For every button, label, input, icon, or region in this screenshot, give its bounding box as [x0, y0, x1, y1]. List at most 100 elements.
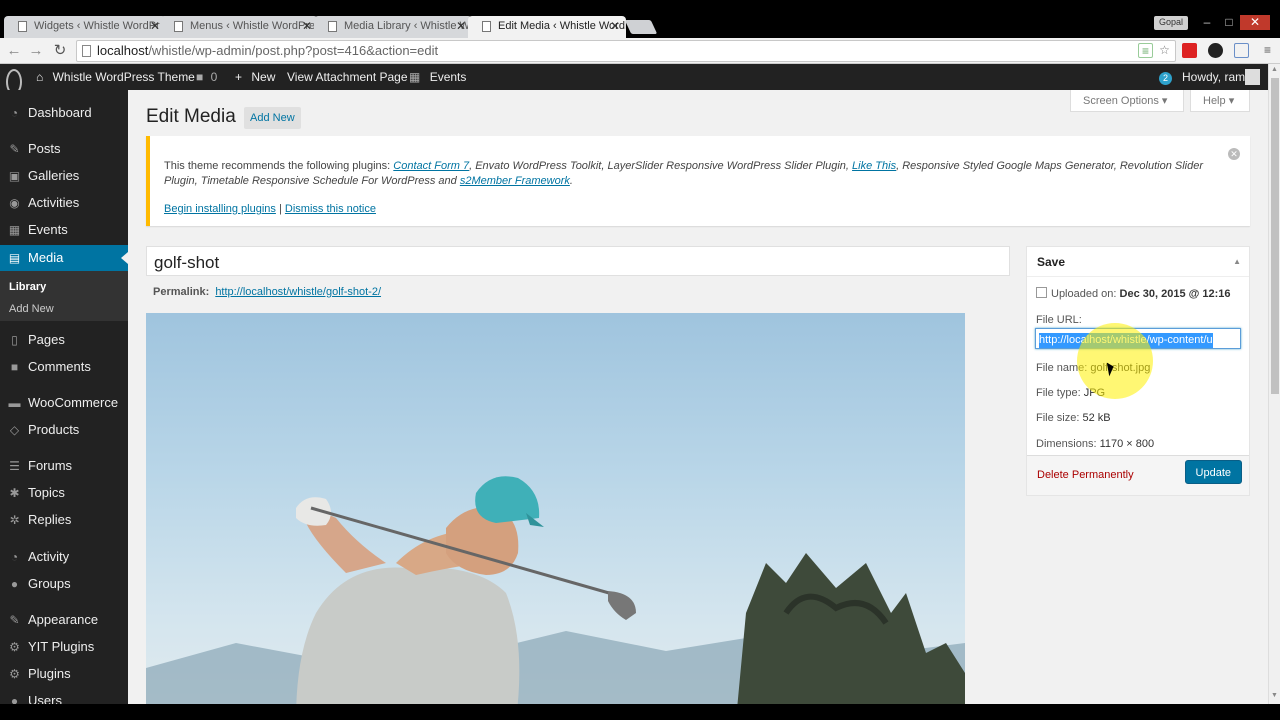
howdy-user[interactable]: Howdy, ram: [1182, 64, 1245, 90]
sidebar-item-activity[interactable]: ◔ Activity: [0, 544, 128, 570]
plugin-link[interactable]: Contact Form 7: [393, 160, 469, 172]
extension-icon[interactable]: [1208, 43, 1223, 58]
forward-icon[interactable]: →: [27, 42, 45, 60]
new-content-link[interactable]: + New: [235, 64, 275, 90]
delete-permanently-link[interactable]: Delete Permanently: [1037, 469, 1134, 481]
plugin-notice: This theme recommends the following plug…: [146, 136, 1250, 226]
sidebar-item-dashboard[interactable]: ◔ Dashboard: [0, 100, 128, 126]
sidebar-item-woocommerce[interactable]: ▬ WooCommerce: [0, 390, 128, 416]
media-submenu: Library Add New: [0, 271, 128, 321]
sidebar-item-products[interactable]: ◇ Products: [0, 417, 128, 443]
help-label: Help: [1203, 95, 1226, 107]
comments-link[interactable]: ■ 0: [196, 64, 217, 90]
page-title: Edit Media: [146, 106, 236, 127]
sidebar-item-label: Dashboard: [28, 105, 92, 120]
close-icon[interactable]: ✕: [610, 19, 620, 33]
events-link[interactable]: ▦ Events: [409, 64, 466, 90]
sidebar-item-media[interactable]: ▤ Media: [0, 245, 128, 271]
gallery-icon: ▣: [8, 169, 21, 183]
sidebar-item-plugins[interactable]: ⚙ Plugins: [0, 661, 128, 687]
file-size: File size: 52 kB: [1036, 412, 1111, 424]
maximize-icon[interactable]: □: [1218, 15, 1240, 30]
sidebar-item-yit-plugins[interactable]: ⚙ YIT Plugins: [0, 634, 128, 660]
browser-tab-active[interactable]: Edit Media ‹ Whistle WordPress Theme ✕: [468, 16, 626, 38]
page-scrollbar[interactable]: ▲ ▼: [1268, 64, 1280, 704]
caret-up-icon[interactable]: ▲: [1233, 257, 1241, 266]
sidebar-item-replies[interactable]: ✲ Replies: [0, 507, 128, 533]
comment-icon: ■: [10, 360, 19, 374]
media-preview-image: [146, 313, 965, 720]
sidebar-item-posts[interactable]: ✎ Posts: [0, 136, 128, 162]
extension-icon[interactable]: [1234, 43, 1249, 58]
sidebar-item-topics[interactable]: ✱ Topics: [0, 480, 128, 506]
activity-icon: ◔: [10, 550, 19, 564]
activity-icon: ◉: [9, 196, 20, 210]
save-metabox-header[interactable]: Save ▲: [1027, 247, 1249, 277]
sidebar-item-label: Activities: [28, 195, 80, 210]
sidebar-item-activities[interactable]: ◉ Activities: [0, 190, 128, 216]
browser-user[interactable]: Gopal: [1154, 16, 1189, 30]
metabox-title: Save: [1037, 255, 1066, 269]
file-url-input[interactable]: http://localhost/whistle/wp-content/u: [1035, 328, 1241, 349]
sidebar-item-groups[interactable]: ● Groups: [0, 571, 128, 597]
notice-actions: Begin installing plugins | Dismiss this …: [164, 202, 1250, 217]
browser-tab[interactable]: Media Library ‹ Whistle WordPress Theme …: [314, 16, 472, 38]
submenu-library[interactable]: Library: [9, 281, 46, 293]
sidebar-item-pages[interactable]: ▯ Pages: [0, 327, 128, 353]
scroll-down-icon[interactable]: ▼: [1271, 692, 1278, 699]
pin-icon: ✎: [9, 142, 20, 156]
calendar-icon: [1036, 287, 1047, 298]
menu-icon[interactable]: ≡: [1260, 43, 1275, 58]
permalink-link[interactable]: http://localhost/whistle/golf-shot-2/: [215, 286, 381, 298]
media-title-input[interactable]: golf-shot: [146, 246, 1010, 276]
sidebar-item-label: Products: [28, 422, 80, 437]
sidebar-item-galleries[interactable]: ▣ Galleries: [0, 163, 128, 189]
replies-icon: ✲: [9, 513, 20, 527]
back-icon[interactable]: ←: [5, 42, 23, 60]
minimize-icon[interactable]: –: [1196, 15, 1218, 30]
begin-installing-link[interactable]: Begin installing plugins: [164, 203, 276, 215]
plugin-link[interactable]: s2Member Framework: [460, 175, 570, 187]
tab-title: Menus ‹ Whistle WordPress Theme: [190, 20, 318, 32]
extension-icon[interactable]: [1182, 43, 1197, 58]
extension-icon[interactable]: ≡: [1138, 43, 1153, 58]
avatar[interactable]: [1245, 69, 1260, 85]
scroll-thumb[interactable]: [1271, 78, 1279, 394]
products-icon: ◇: [9, 423, 20, 437]
browser-tab[interactable]: Menus ‹ Whistle WordPress Theme ✕: [160, 16, 318, 38]
help-button[interactable]: Help ▾: [1190, 90, 1250, 112]
golfer-photo: [146, 476, 965, 720]
plugin-icon: ⚙: [9, 640, 20, 654]
address-bar[interactable]: localhost/whistle/wp-admin/post.php?post…: [76, 40, 1176, 62]
plugin-link[interactable]: Like This: [852, 160, 896, 172]
sidebar-item-events[interactable]: ▦ Events: [0, 217, 128, 243]
close-icon[interactable]: ✕: [150, 19, 160, 33]
file-type: File type: JPG: [1036, 387, 1105, 399]
sidebar-item-appearance[interactable]: ✎ Appearance: [0, 607, 128, 633]
close-icon[interactable]: ✕: [456, 19, 466, 33]
submenu-add-new[interactable]: Add New: [9, 303, 54, 315]
sidebar-item-forums[interactable]: ☰ Forums: [0, 453, 128, 479]
bookmark-star-icon[interactable]: ☆: [1157, 43, 1172, 58]
sidebar-item-label: Replies: [28, 512, 72, 527]
screen-options-button[interactable]: Screen Options ▾: [1070, 90, 1184, 112]
reload-icon[interactable]: ↻: [51, 42, 69, 60]
site-name-link[interactable]: ⌂ Whistle WordPress Theme: [36, 64, 195, 90]
update-button[interactable]: Update: [1184, 460, 1242, 484]
new-tab-button[interactable]: [624, 20, 658, 34]
page-icon: [328, 21, 337, 32]
browser-tabstrip: Widgets ‹ Whistle WordPress Theme ✕ Menu…: [0, 0, 1280, 38]
close-icon[interactable]: ✕: [1228, 148, 1240, 160]
browser-tab[interactable]: Widgets ‹ Whistle WordPress Theme ✕: [4, 16, 166, 38]
sidebar-item-comments[interactable]: ■ Comments: [0, 354, 128, 380]
close-icon[interactable]: ✕: [302, 19, 312, 33]
file-url-value: http://localhost/whistle/wp-content/u: [1039, 333, 1213, 348]
screen-bottom-bar: [0, 704, 1280, 720]
wp-admin-bar: ⌂ Whistle WordPress Theme ■ 0 + New View…: [0, 64, 1268, 95]
window-close-icon[interactable]: ✕: [1240, 15, 1270, 30]
dismiss-notice-link[interactable]: Dismiss this notice: [285, 203, 376, 215]
scroll-up-icon[interactable]: ▲: [1271, 66, 1278, 73]
add-new-button[interactable]: Add New: [244, 107, 301, 129]
view-attachment-link[interactable]: View Attachment Page: [287, 64, 408, 90]
notifications[interactable]: 2: [1159, 64, 1172, 90]
